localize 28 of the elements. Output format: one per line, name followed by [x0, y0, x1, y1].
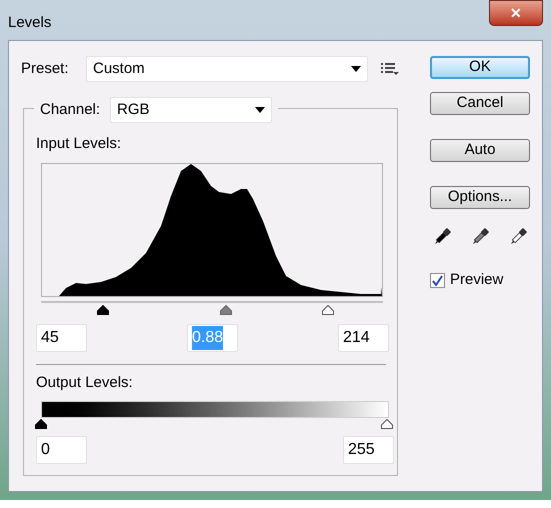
- slider-thumb[interactable]: [381, 419, 393, 429]
- dialog-button[interactable]: Cancel: [430, 92, 530, 115]
- channel-label: Channel:: [40, 100, 102, 120]
- input-levels-label: Input Levels:: [36, 134, 122, 154]
- slider-thumb[interactable]: [220, 305, 232, 315]
- preset-label: Preset:: [21, 58, 70, 79]
- preset-dropdown[interactable]: Custom: [86, 56, 368, 82]
- caret-icon: [351, 66, 361, 72]
- slider-thumb[interactable]: [35, 419, 47, 429]
- level-input-field[interactable]: 214: [338, 324, 389, 352]
- preview-label: Preview: [450, 270, 504, 290]
- level-input-field[interactable]: 255: [343, 436, 394, 464]
- output-levels-label: Output Levels:: [36, 372, 133, 393]
- eyedropper-icon[interactable]: [471, 227, 489, 247]
- level-input-field[interactable]: 45: [36, 324, 87, 352]
- window-title: Levels: [8, 13, 52, 33]
- preview-checkbox[interactable]: [430, 272, 445, 288]
- dialog-button[interactable]: Options...: [430, 186, 530, 209]
- slider-thumb[interactable]: [322, 305, 334, 315]
- caret-icon: [255, 107, 265, 113]
- eyedropper-icon[interactable]: [509, 227, 527, 247]
- menu-icon[interactable]: [381, 62, 399, 76]
- slider-thumb[interactable]: [96, 305, 109, 315]
- dialog-button[interactable]: Auto: [430, 139, 530, 162]
- channel-dropdown[interactable]: RGB: [110, 97, 272, 123]
- level-input-field[interactable]: 0: [36, 436, 87, 464]
- eyedropper-icon[interactable]: [433, 227, 451, 247]
- dialog-button[interactable]: OK: [430, 56, 530, 79]
